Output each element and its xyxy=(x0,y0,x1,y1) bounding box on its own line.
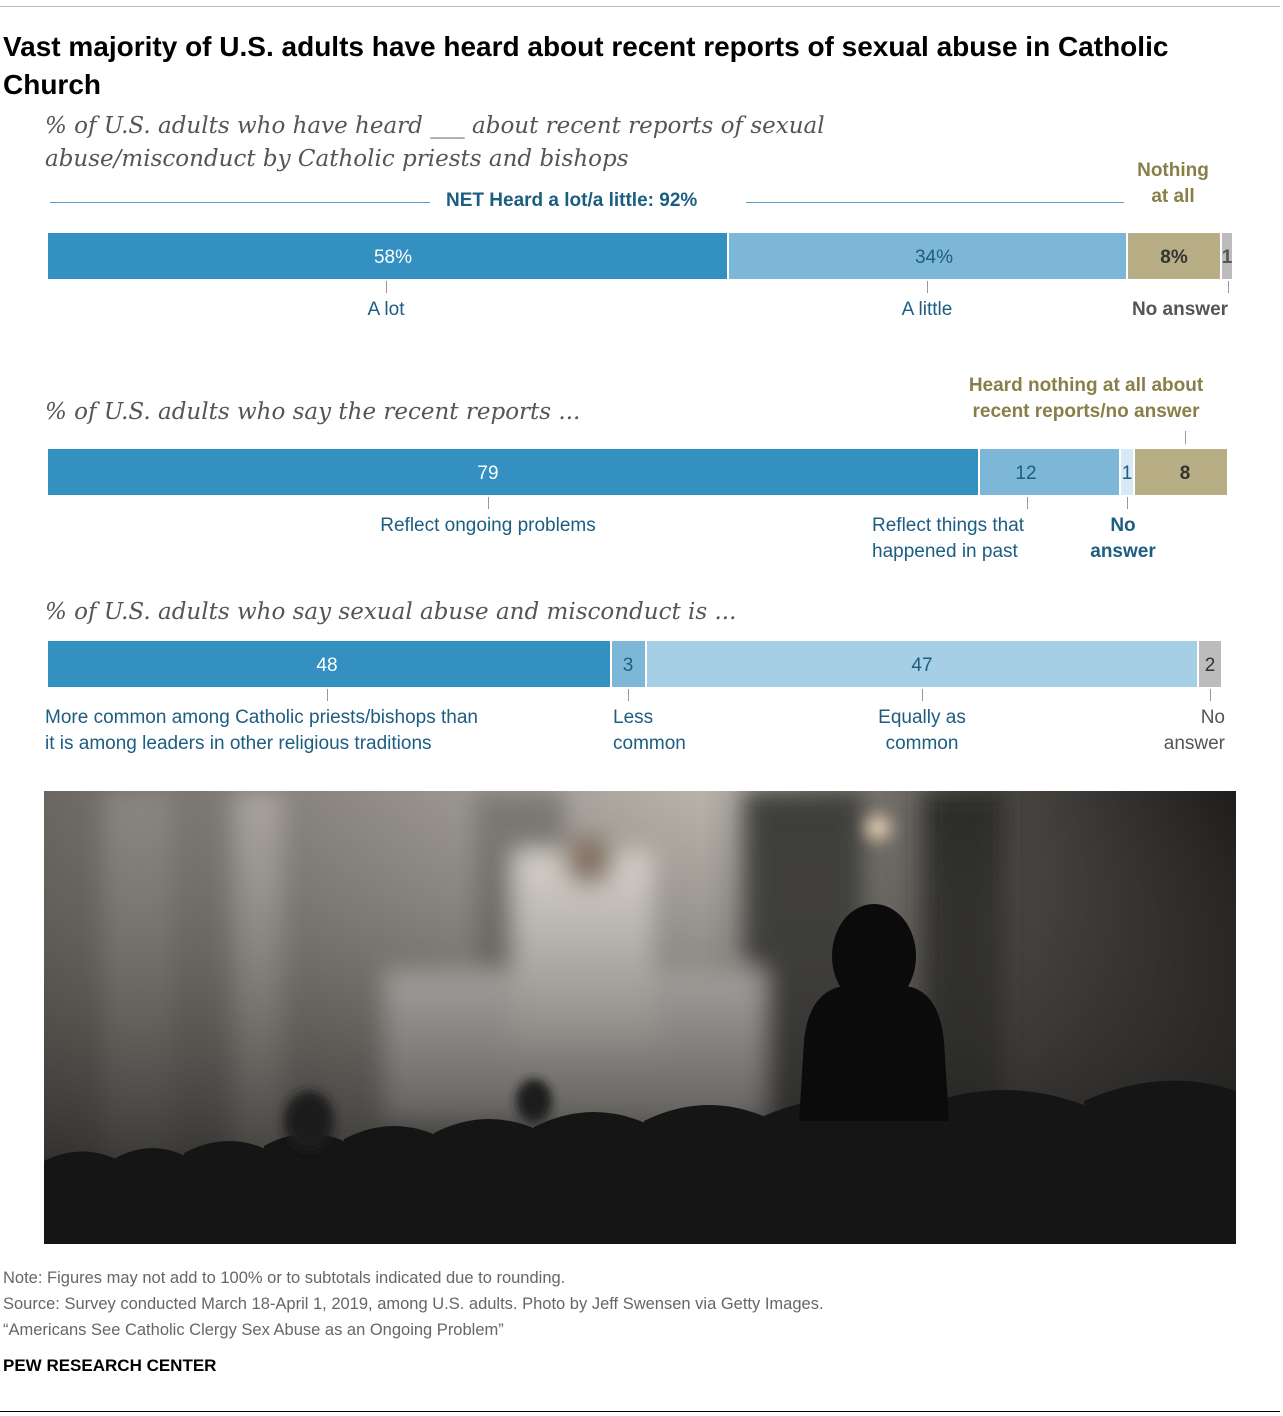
chart3-label-no-answer-2: answer xyxy=(1163,733,1225,754)
footer-note: Note: Figures may not add to 100% or to … xyxy=(3,1269,566,1287)
chart3-value-equally-common: 47 xyxy=(911,655,933,676)
chart1-value-no-answer: 1 xyxy=(1221,247,1233,268)
church-photo xyxy=(44,791,1236,1244)
chart2-tick-past xyxy=(1027,497,1028,509)
chart2-subtitle: % of U.S. adults who say the recent repo… xyxy=(45,399,581,425)
top-rule xyxy=(0,6,1280,7)
chart1-value-a-little: 34% xyxy=(914,247,954,268)
chart3-label-equally-common-2: common xyxy=(885,733,959,754)
net-line-right xyxy=(746,202,1124,203)
chart2-label-no-answer-1: No xyxy=(1110,515,1136,536)
chart3-label-equally-common-1: Equally as xyxy=(878,707,966,728)
chart3-tick-no-answer xyxy=(1210,689,1211,701)
chart3-subtitle: % of U.S. adults who say sexual abuse an… xyxy=(45,599,737,625)
chart2-label-past-1: Reflect things that xyxy=(872,515,1025,536)
chart2-label-heard-nothing-1: Heard nothing at all about xyxy=(968,375,1204,396)
chart1-value-a-lot: 58% xyxy=(373,247,413,268)
chart2-label-no-answer-2: answer xyxy=(1090,541,1156,562)
net-line-left xyxy=(50,202,430,203)
chart1-label-nothing-2: at all xyxy=(1151,186,1195,207)
chart1-label-nothing-1: Nothing xyxy=(1137,160,1209,181)
chart3-label-less-common-2: common xyxy=(613,733,686,754)
chart1-tick-no-answer xyxy=(1228,281,1229,293)
chart1-label-a-little: A little xyxy=(901,299,953,320)
chart-title: Vast majority of U.S. adults have heard … xyxy=(3,31,1169,100)
chart3-value-less-common: 3 xyxy=(622,655,634,676)
chart2-value-heard-nothing: 8 xyxy=(1179,463,1191,484)
chart2-tick-ongoing xyxy=(488,497,489,509)
chart3-tick-equally-common xyxy=(922,689,923,701)
footer-report: “Americans See Catholic Clergy Sex Abuse… xyxy=(3,1321,504,1339)
brand-label: PEW RESEARCH CENTER xyxy=(3,1356,217,1375)
footer-source: Source: Survey conducted March 18-April … xyxy=(3,1295,824,1313)
chart2-label-heard-nothing-2: recent reports/no answer xyxy=(972,401,1200,422)
chart2-value-past: 12 xyxy=(1015,463,1037,484)
chart1-value-nothing: 8% xyxy=(1160,247,1188,268)
chart3-value-no-answer: 2 xyxy=(1204,655,1216,676)
chart2-label-past-2: happened in past xyxy=(872,541,1018,562)
chart2-tick-no-answer xyxy=(1127,497,1128,509)
chart1-label-a-lot: A lot xyxy=(367,299,405,320)
chart3-label-more-common-2: it is among leaders in other religious t… xyxy=(45,733,432,754)
net-label: NET Heard a lot/a little: 92% xyxy=(446,190,698,211)
chart2-value-no-answer: 1 xyxy=(1121,463,1133,484)
chart1-subtitle: % of U.S. adults who have heard ___ abou… xyxy=(45,113,825,172)
chart1-tick-a-lot xyxy=(386,281,387,293)
chart3-label-no-answer-1: No xyxy=(1200,707,1225,728)
chart2-value-ongoing: 79 xyxy=(477,463,499,484)
chart3-value-more-common: 48 xyxy=(316,655,338,676)
chart1-label-no-answer: No answer xyxy=(1131,299,1229,320)
chart2-label-ongoing: Reflect ongoing problems xyxy=(380,515,596,536)
chart2-tick-heard-nothing xyxy=(1185,431,1186,444)
chart3-tick-more-common xyxy=(327,689,328,701)
bottom-rule xyxy=(0,1411,1280,1412)
chart3-label-more-common-1: More common among Catholic priests/bisho… xyxy=(45,707,478,728)
chart3-label-less-common-1: Less xyxy=(613,707,654,728)
chart3-tick-less-common xyxy=(628,689,629,701)
chart1-tick-a-little xyxy=(927,281,928,293)
